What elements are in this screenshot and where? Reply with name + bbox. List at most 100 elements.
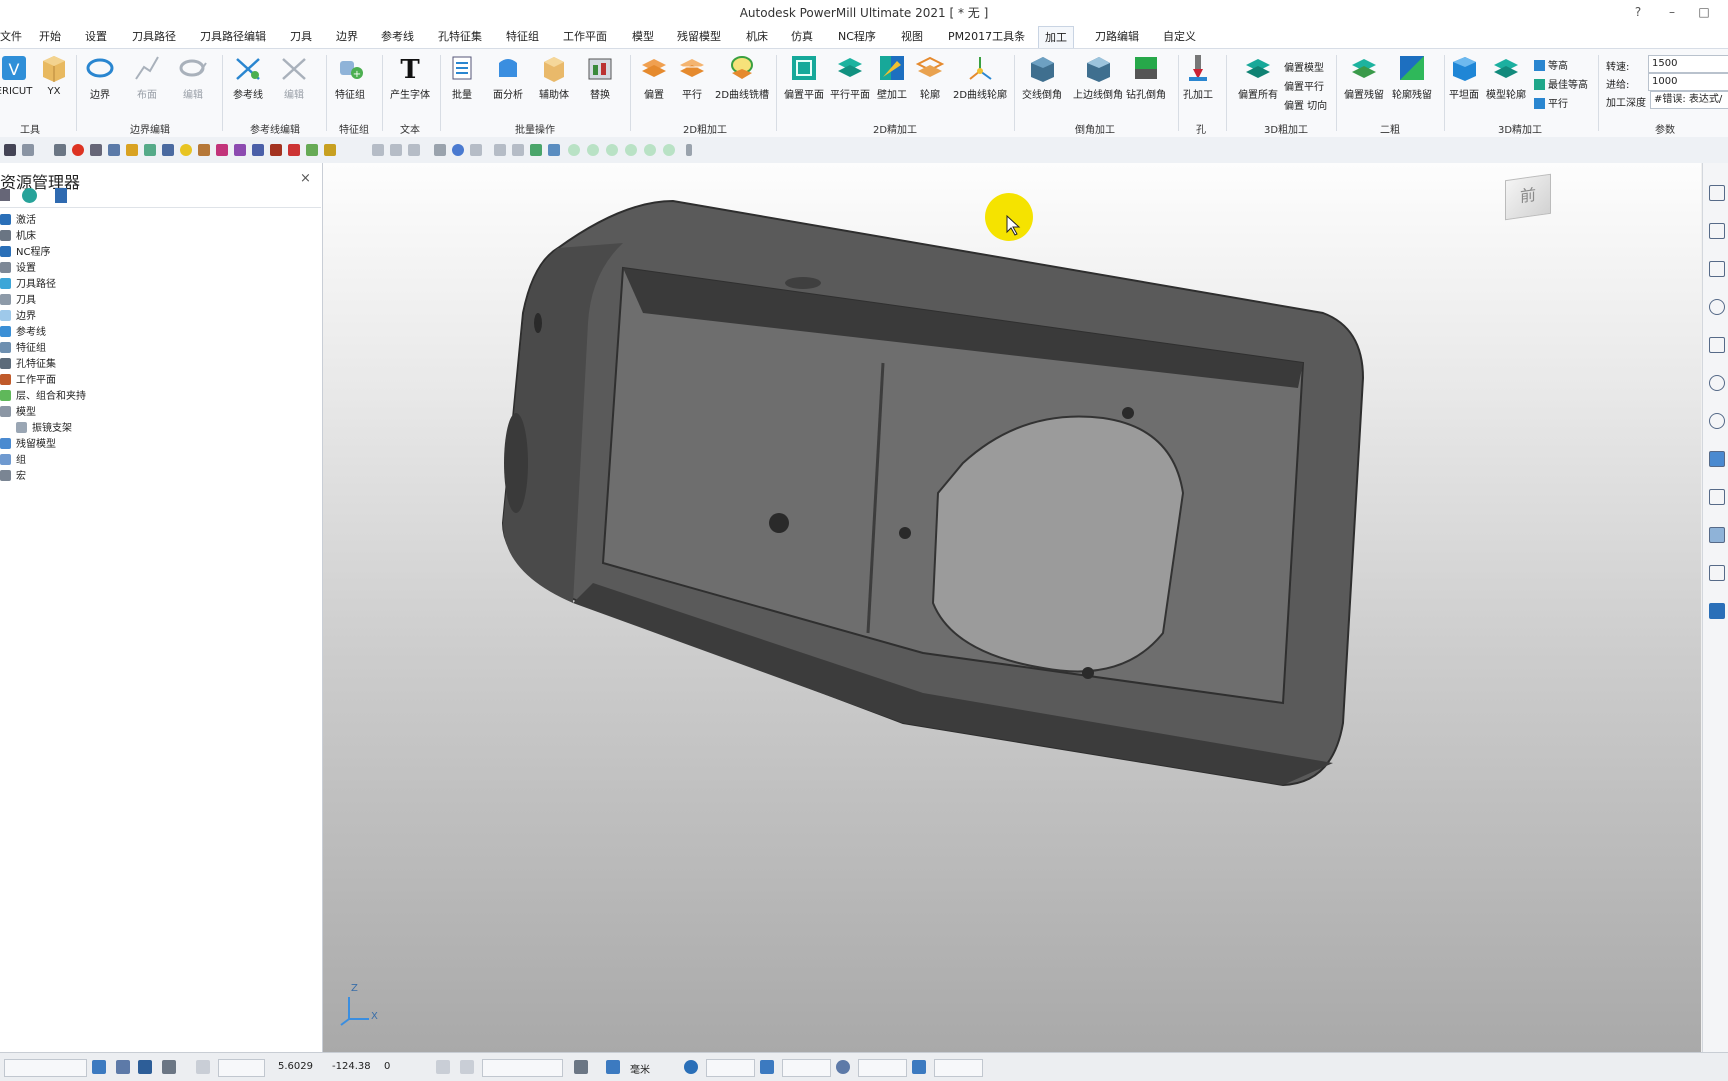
2d-curve-profile-button[interactable]: 2D曲线轮廓 xyxy=(952,53,1008,101)
tree-item-models[interactable]: 模型 xyxy=(0,403,36,419)
status-field-4[interactable] xyxy=(934,1059,983,1077)
maximize-button[interactable]: □ xyxy=(1692,2,1716,22)
tree-item-tools[interactable]: 刀具 xyxy=(0,291,36,307)
replace-button[interactable]: 替换 xyxy=(574,53,626,101)
tab-workplanes[interactable]: 工作平面 xyxy=(563,28,607,46)
tree-item-patterns[interactable]: 参考线 xyxy=(0,323,46,339)
view-cube-icon[interactable] xyxy=(1709,261,1725,277)
intersect-chamfer-button[interactable]: 交线倒角 xyxy=(1016,53,1068,101)
view-front-icon[interactable] xyxy=(1709,223,1725,239)
tree-item-stock-models[interactable]: 残留模型 xyxy=(0,435,56,451)
2d-raster-rough-button[interactable]: 平行 xyxy=(666,53,718,101)
bulb-icon[interactable] xyxy=(180,144,192,156)
tree-item-feature-groups[interactable]: 特征组 xyxy=(0,339,46,355)
spindle-speed-input[interactable]: 1500 xyxy=(1648,55,1728,73)
auxiliary-body-button[interactable]: 辅助体 xyxy=(528,53,580,101)
tab-customize[interactable]: 自定义 xyxy=(1163,28,1196,46)
ruler-icon[interactable] xyxy=(126,144,138,156)
tree-item-machine[interactable]: 机床 xyxy=(0,227,36,243)
status-field-3[interactable] xyxy=(858,1059,907,1077)
help-button[interactable]: ? xyxy=(1626,2,1650,22)
tab-toolpath-editing[interactable]: 刀路编辑 xyxy=(1095,28,1139,46)
diameter-icon[interactable] xyxy=(836,1060,850,1074)
arrow-icon[interactable] xyxy=(216,144,228,156)
tree-item-boundaries[interactable]: 边界 xyxy=(0,307,36,323)
layers-icon[interactable] xyxy=(324,144,336,156)
create-text-button[interactable]: T 产生字体 xyxy=(384,53,436,101)
tree-item-toolpaths[interactable]: 刀具路径 xyxy=(0,275,56,291)
tree-item-groups[interactable]: 组 xyxy=(0,451,26,467)
simulate-icon[interactable] xyxy=(530,144,542,156)
axis-icon[interactable] xyxy=(252,144,264,156)
table-icon[interactable] xyxy=(162,144,174,156)
divider-icon[interactable] xyxy=(512,144,524,156)
tree-item-setups[interactable]: 设置 xyxy=(0,259,36,275)
grid-toggle-icon[interactable] xyxy=(436,1060,450,1074)
page-icon[interactable] xyxy=(54,144,66,156)
tree-item-model-child[interactable]: 振镜支架 xyxy=(16,419,72,435)
constant-z-button[interactable]: 等高 xyxy=(1534,57,1568,72)
status-field-2[interactable] xyxy=(782,1059,831,1077)
tab-simulation[interactable]: 仿真 xyxy=(791,28,813,46)
status-dropdown[interactable] xyxy=(4,1059,87,1077)
offset-flat-button[interactable]: 偏置平面 xyxy=(778,53,830,101)
tab-home[interactable]: 开始 xyxy=(39,28,61,46)
offset-raster-button[interactable]: 偏置平行 xyxy=(1284,78,1324,93)
paste-icon[interactable] xyxy=(390,144,402,156)
open-icon[interactable] xyxy=(22,144,34,156)
tree-item-macros[interactable]: 宏 xyxy=(0,467,26,483)
tree-item-nc-programs[interactable]: NC程序 xyxy=(0,243,50,259)
stock-icon[interactable] xyxy=(270,144,282,156)
section-icon[interactable] xyxy=(1709,565,1725,581)
tab-models[interactable]: 模型 xyxy=(632,28,654,46)
tab-nc-programs[interactable]: NC程序 xyxy=(838,28,876,46)
explorer-close-button[interactable]: × xyxy=(300,171,311,186)
cursor-icon[interactable] xyxy=(116,1060,130,1074)
status-field-1[interactable] xyxy=(706,1059,755,1077)
save-icon[interactable] xyxy=(4,144,16,156)
crosshair-icon[interactable] xyxy=(684,1060,698,1074)
2d-curve-slot-button[interactable]: 2D曲线铣槽 xyxy=(714,53,770,101)
search-icon[interactable] xyxy=(1709,375,1725,391)
grid-icon[interactable] xyxy=(288,144,300,156)
snap-icon[interactable] xyxy=(92,1060,106,1074)
profile-button[interactable]: 轮廓 xyxy=(904,53,956,101)
tab-pm2017-toolbar[interactable]: PM2017工具条 xyxy=(948,28,1025,46)
view-cube[interactable]: 前 xyxy=(1505,173,1551,221)
minimize-button[interactable]: – xyxy=(1660,2,1684,22)
circle-icon[interactable] xyxy=(606,144,618,156)
graphics-viewport[interactable]: 前 Z X xyxy=(323,163,1701,1052)
drill-chamfer-button[interactable]: 钻孔倒角 xyxy=(1120,53,1172,101)
toolbar-dropdown-icon[interactable] xyxy=(686,144,692,156)
circle-icon[interactable] xyxy=(625,144,637,156)
boundary-button[interactable]: 边界 xyxy=(74,53,126,101)
model-profile-button[interactable]: 模型轮廓 xyxy=(1480,53,1532,101)
select-arrow-icon[interactable] xyxy=(1709,603,1725,619)
feature-group-button[interactable]: + 特征组 xyxy=(324,53,376,101)
check-icon[interactable] xyxy=(912,1060,926,1074)
tree-item-hole-features[interactable]: 孔特征集 xyxy=(0,355,56,371)
offset-model-button[interactable]: 偏置模型 xyxy=(1284,59,1324,74)
hole-machining-button[interactable]: 孔加工 xyxy=(1172,53,1224,101)
tool-icon[interactable] xyxy=(144,144,156,156)
layout-button[interactable]: 布面 xyxy=(121,53,173,101)
tab-feature-groups[interactable]: 特征组 xyxy=(506,28,539,46)
shaded-icon[interactable] xyxy=(1709,451,1725,467)
tab-setup[interactable]: 设置 xyxy=(85,28,107,46)
wireframe-icon[interactable] xyxy=(1709,489,1725,505)
zoom-fit-icon[interactable] xyxy=(1709,413,1725,429)
workplane-toggle-icon[interactable] xyxy=(138,1060,152,1074)
globe-icon[interactable] xyxy=(452,144,464,156)
undo-icon[interactable] xyxy=(408,144,420,156)
gauge-icon[interactable] xyxy=(306,144,318,156)
chart-icon[interactable] xyxy=(234,144,246,156)
list-icon[interactable] xyxy=(90,144,102,156)
offset-rest-button[interactable]: 偏置残留 xyxy=(1338,53,1390,101)
tab-toolpath-edit[interactable]: 刀具路径编辑 xyxy=(200,28,266,46)
pattern-edit-button[interactable]: 编辑 xyxy=(268,53,320,101)
zoom-icon[interactable] xyxy=(1709,299,1725,315)
boundary-edit-button[interactable]: 编辑 xyxy=(167,53,219,101)
copy-icon[interactable] xyxy=(372,144,384,156)
solid-icon[interactable] xyxy=(1709,527,1725,543)
machining-depth-input[interactable]: #错误: 表达式/ xyxy=(1650,91,1728,109)
